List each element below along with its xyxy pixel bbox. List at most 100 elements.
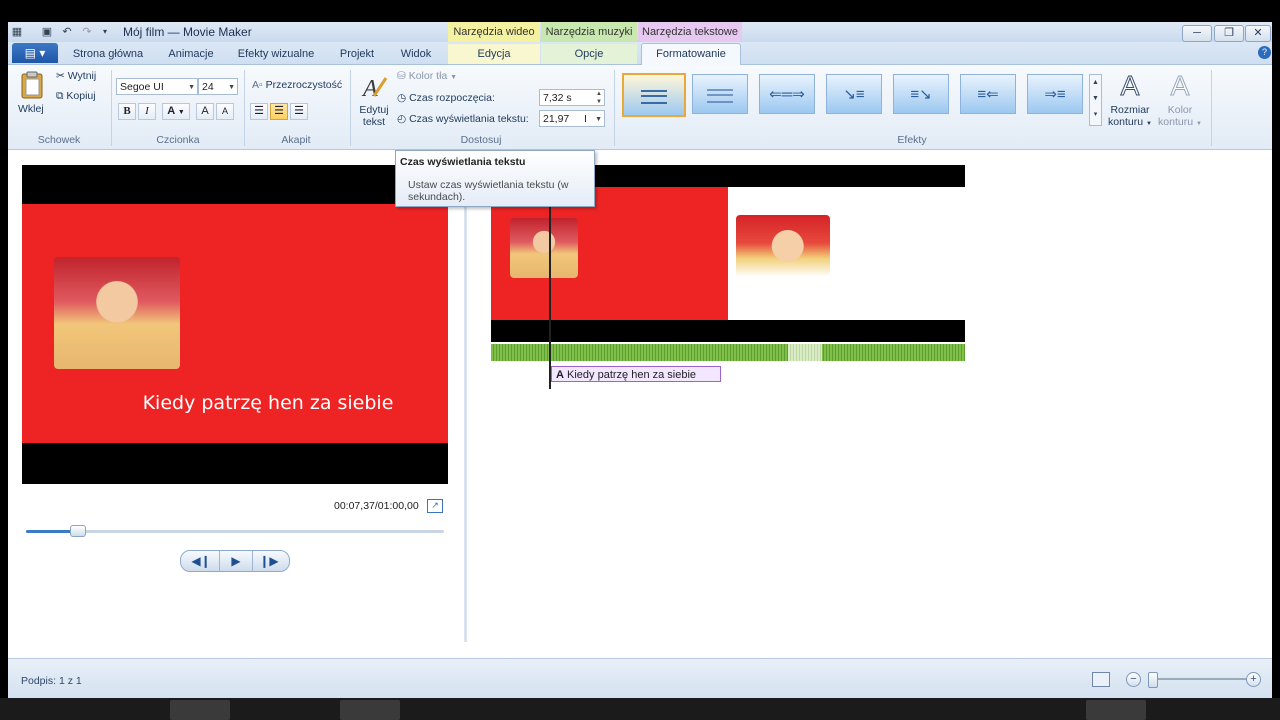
paste-button[interactable]: Wklej xyxy=(18,103,44,115)
edit-text-button[interactable]: Edytuj tekst xyxy=(359,104,389,128)
outline-size-button[interactable]: Rozmiar konturu ▼ xyxy=(1108,104,1152,130)
status-bar: Podpis: 1 z 1 xyxy=(8,658,1272,698)
gallery-more-icon[interactable]: ▾ xyxy=(1094,111,1098,118)
cut-button[interactable]: ✂ Wytnij xyxy=(56,70,96,82)
context-group-video: Narzędzia wideo xyxy=(448,22,540,42)
taskbar-item[interactable] xyxy=(170,700,230,720)
shrink-font-button[interactable]: A xyxy=(216,103,234,120)
scissors-icon: ✂ xyxy=(56,70,68,82)
scroll-up-icon[interactable]: ▲ xyxy=(1092,79,1099,86)
pane-splitter[interactable] xyxy=(464,150,467,642)
play-button[interactable]: ▶ xyxy=(219,551,253,571)
group-label-effects: Efekty xyxy=(897,134,927,146)
window-title: Mój film — Movie Maker xyxy=(123,25,252,39)
start-time-input[interactable]: 7,32 s ▲ ▼ xyxy=(539,89,605,106)
effect-slide-left[interactable]: ≡⇐ xyxy=(960,74,1016,114)
redo-icon[interactable]: ↷ xyxy=(80,25,94,39)
audio-waveform-gap xyxy=(788,344,822,361)
align-left-button[interactable]: ☰ xyxy=(250,103,268,120)
outline-color-button[interactable]: Kolor konturu ▼ xyxy=(1158,104,1202,130)
chevron-down-icon: ▼ xyxy=(177,109,185,116)
tab-view[interactable]: Widok xyxy=(390,44,442,64)
zoom-slider[interactable] xyxy=(1150,678,1246,680)
taskbar-item[interactable] xyxy=(340,700,400,720)
zoom-in-button[interactable]: + xyxy=(1246,672,1261,687)
file-menu-button[interactable]: ▤ ▾ xyxy=(12,43,58,63)
gallery-scroll[interactable]: ▲ ▼ ▾ xyxy=(1089,74,1102,126)
bold-button[interactable]: B xyxy=(118,103,136,120)
help-icon[interactable]: ? xyxy=(1258,46,1271,59)
preview-time: 00:07,37/01:00,00 xyxy=(334,500,419,512)
chevron-down-icon: ▼ xyxy=(450,74,458,81)
align-right-button[interactable]: ☰ xyxy=(290,103,308,120)
tab-project[interactable]: Projekt xyxy=(330,44,384,64)
previous-frame-button[interactable]: ◀❙ xyxy=(185,551,217,571)
tab-edit[interactable]: Edycja xyxy=(448,44,540,64)
zoom-slider-thumb[interactable] xyxy=(1148,672,1158,688)
duration-input[interactable]: 21,97 I ▼ xyxy=(539,110,605,127)
app-icon[interactable]: ▦ xyxy=(10,25,24,39)
chevron-down-icon[interactable]: ▼ xyxy=(595,111,602,128)
clip-2-thumbnail xyxy=(736,215,830,277)
tab-animations[interactable]: Animacje xyxy=(158,44,224,64)
context-group-text: Narzędzia tekstowe xyxy=(638,22,742,42)
clock-icon: ◷ xyxy=(397,92,410,104)
group-label-adjust: Dostosuj xyxy=(460,134,502,146)
font-family-select[interactable]: Segoe UI ▼ xyxy=(116,78,198,95)
customize-qat-icon[interactable]: ▾ xyxy=(98,25,112,39)
timeline-playhead[interactable] xyxy=(549,207,551,389)
movie-maker-window: ▦ ▣ ↶ ↷ ▾ Mój film — Movie Maker Narzędz… xyxy=(8,22,1272,698)
effect-none[interactable] xyxy=(622,73,686,117)
effect-fade[interactable] xyxy=(692,74,748,114)
align-center-button[interactable]: ☰ xyxy=(270,103,288,120)
effect-fly-in-left[interactable]: ↘≡ xyxy=(826,74,882,114)
grow-font-button[interactable]: A xyxy=(196,103,214,120)
zoom-out-button[interactable]: − xyxy=(1126,672,1141,687)
paste-icon[interactable] xyxy=(18,70,48,100)
chevron-down-icon: ▼ xyxy=(1146,121,1152,127)
tab-visual-effects[interactable]: Efekty wizualne xyxy=(232,44,320,64)
preview-caption: Kiedy patrzę hen za siebie xyxy=(142,392,394,414)
thumbnail-size-icon[interactable] xyxy=(1092,672,1110,687)
undo-icon[interactable]: ↶ xyxy=(60,25,74,39)
slide-right-icon: ⇒≡ xyxy=(1044,86,1066,103)
fly-in-icon: ≡↘ xyxy=(910,86,932,103)
transparency-button[interactable]: A▫ Przezroczystość xyxy=(252,79,342,91)
scroll-down-icon[interactable]: ▼ xyxy=(1092,95,1099,102)
font-size-select[interactable]: 24 ▼ xyxy=(198,78,238,95)
copy-button[interactable]: ⧉ Kopiuj xyxy=(56,90,96,103)
effect-slide-right[interactable]: ⇒≡ xyxy=(1027,74,1083,114)
transparency-icon: A▫ xyxy=(252,79,266,91)
group-label-font: Czcionka xyxy=(156,134,200,146)
fullscreen-icon[interactable]: ↗ xyxy=(427,499,443,513)
taskbar-item[interactable] xyxy=(1086,700,1146,720)
separator xyxy=(1211,70,1212,146)
edit-text-icon[interactable]: A xyxy=(360,72,388,102)
effect-fly-in-right[interactable]: ≡↘ xyxy=(893,74,949,114)
timeline-text-clip[interactable]: A Kiedy patrzę hen za siebie xyxy=(551,366,721,382)
maximize-button[interactable]: ❐ xyxy=(1214,25,1244,42)
paint-bucket-icon: ⛁ xyxy=(397,70,409,82)
align-right-icon: ☰ xyxy=(294,105,304,117)
effect-stretch[interactable]: ⇐═⇒ xyxy=(759,74,815,114)
save-icon[interactable]: ▣ xyxy=(40,25,54,39)
audio-waveform[interactable] xyxy=(491,344,965,361)
text-clip-icon: A xyxy=(556,369,564,381)
minimize-button[interactable]: ─ xyxy=(1182,25,1212,42)
tab-options[interactable]: Opcje xyxy=(541,44,637,64)
seek-bar[interactable] xyxy=(26,530,444,533)
background-color-button[interactable]: ⛁ Kolor tła ▼ xyxy=(397,70,457,82)
close-button[interactable]: ✕ xyxy=(1245,25,1271,42)
preview-image-singer xyxy=(54,257,180,369)
playback-controls: ◀❙ ▶ ❙▶ xyxy=(180,550,290,572)
italic-button[interactable]: I xyxy=(138,103,156,120)
spinner-icon[interactable]: ▲ ▼ xyxy=(596,90,602,106)
font-color-button[interactable]: A ▼ xyxy=(162,103,190,120)
ribbon: Wklej ✂ Wytnij ⧉ Kopiuj Schowek Segoe UI… xyxy=(8,65,1272,150)
tab-format[interactable]: Formatowanie xyxy=(641,43,741,66)
copy-icon: ⧉ xyxy=(56,90,67,102)
tooltip-title: Czas wyświetlania tekstu xyxy=(400,156,526,168)
tab-home[interactable]: Strona główna xyxy=(64,44,152,64)
seek-bar-thumb[interactable] xyxy=(70,525,86,537)
next-frame-button[interactable]: ❙▶ xyxy=(253,551,285,571)
